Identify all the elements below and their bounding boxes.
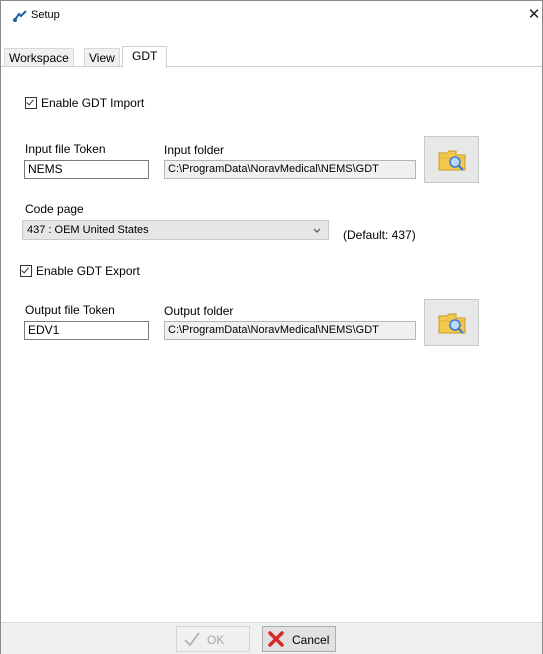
input-folder-label: Input folder bbox=[164, 143, 225, 157]
output-folder-field: C:\ProgramData\NoravMedical\NEMS\GDT bbox=[164, 321, 416, 340]
window-title: Setup bbox=[31, 9, 60, 21]
ok-button[interactable]: OK bbox=[176, 626, 250, 652]
code-page-label: Code page bbox=[25, 202, 84, 216]
code-page-default-text: (Default: 437) bbox=[343, 228, 416, 242]
dialog-footer: OK Cancel bbox=[1, 622, 542, 654]
checkmark-icon bbox=[184, 632, 200, 647]
input-folder-field: C:\ProgramData\NoravMedical\NEMS\GDT bbox=[164, 160, 416, 179]
input-token-label: Input file Token bbox=[25, 142, 106, 156]
input-folder-browse-button[interactable] bbox=[424, 136, 479, 183]
folder-search-icon bbox=[438, 313, 466, 334]
red-x-icon bbox=[268, 631, 284, 647]
code-page-selected: 437 : OEM United States bbox=[27, 224, 149, 236]
output-folder-browse-button[interactable] bbox=[424, 299, 479, 346]
enable-gdt-import-label: Enable GDT Import bbox=[41, 96, 145, 110]
code-page-select[interactable]: 437 : OEM United States bbox=[22, 220, 329, 240]
cancel-label: Cancel bbox=[292, 633, 330, 647]
enable-gdt-import-checkbox[interactable] bbox=[25, 97, 37, 109]
tab-view[interactable]: View bbox=[84, 48, 120, 67]
output-token-field[interactable]: EDV1 bbox=[24, 321, 149, 340]
chevron-down-icon bbox=[313, 228, 321, 233]
close-button[interactable]: ✕ bbox=[526, 6, 542, 24]
output-token-label: Output file Token bbox=[25, 303, 115, 317]
tab-workspace[interactable]: Workspace bbox=[4, 48, 74, 67]
folder-search-icon bbox=[438, 150, 466, 171]
gdt-panel: Enable GDT Import Input file Token NEMS … bbox=[1, 66, 542, 623]
cancel-button[interactable]: Cancel bbox=[262, 626, 336, 652]
tab-strip: Workspace View GDT bbox=[1, 46, 542, 68]
ok-label: OK bbox=[207, 633, 225, 647]
setup-dialog: Setup ✕ Workspace View GDT Enable GDT Im… bbox=[0, 0, 543, 654]
enable-gdt-export-checkbox[interactable] bbox=[20, 265, 32, 277]
input-token-field[interactable]: NEMS bbox=[24, 160, 149, 179]
tab-gdt[interactable]: GDT bbox=[122, 46, 168, 68]
title-bar: Setup ✕ bbox=[1, 1, 542, 31]
output-folder-label: Output folder bbox=[164, 304, 234, 318]
enable-gdt-export-label: Enable GDT Export bbox=[36, 264, 140, 278]
app-icon bbox=[13, 10, 27, 22]
